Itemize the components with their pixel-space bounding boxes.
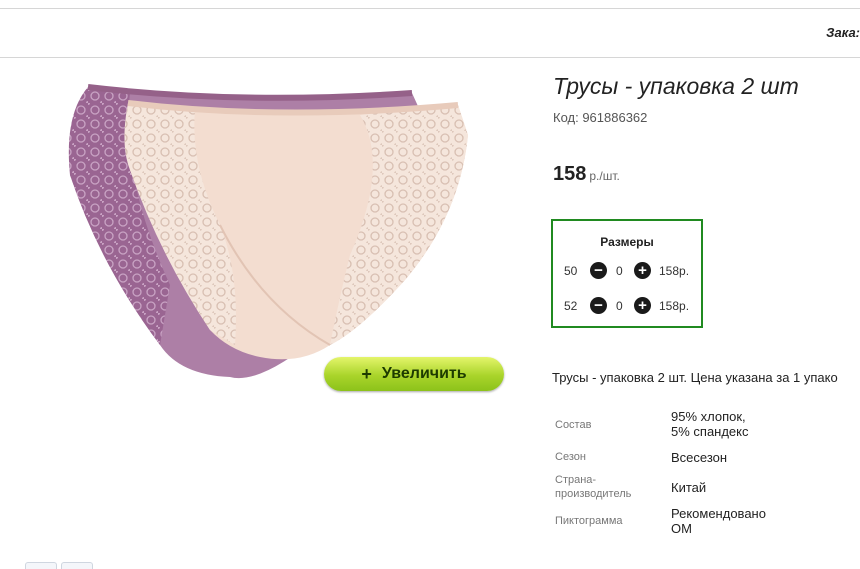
product-price: 158 р./шт. <box>553 163 620 186</box>
size-price: 158р. <box>659 264 690 278</box>
plus-circle-icon[interactable]: + <box>634 297 651 314</box>
attr-value-composition: 95% хлопок, 5% спандекс <box>671 409 749 439</box>
product-code: Код: 961886362 <box>553 110 648 125</box>
size-row: 50 − 0 + 158р. <box>553 262 701 280</box>
product-image[interactable] <box>60 75 480 395</box>
sizes-title: Размеры <box>600 235 654 249</box>
quantity-value[interactable]: 0 <box>616 299 623 313</box>
minus-circle-icon[interactable]: − <box>590 262 607 279</box>
size-label: 52 <box>564 299 578 313</box>
order-label[interactable]: Зака: <box>826 25 860 40</box>
product-description: Трусы - упаковка 2 шт. Цена указана за 1… <box>552 370 838 385</box>
attr-label-season: Сезон <box>555 451 586 463</box>
minus-circle-icon[interactable]: − <box>590 297 607 314</box>
quantity-value[interactable]: 0 <box>616 264 623 278</box>
zoom-button-label: Увеличить <box>381 365 467 382</box>
attr-label-pictogram: Пиктограмма <box>555 515 623 527</box>
attr-label-country: Страна- производитель <box>555 474 632 500</box>
attr-value-pictogram: Рекомендовано ОМ <box>671 506 766 536</box>
size-row: 52 − 0 + 158р. <box>553 297 701 315</box>
attr-value-country: Китай <box>671 480 707 495</box>
product-title: Трусы - упаковка 2 шт <box>553 73 799 99</box>
attr-value-season: Всесезон <box>671 450 728 465</box>
plus-icon: + <box>361 364 372 384</box>
price-unit: р./шт. <box>589 169 620 183</box>
zoom-button[interactable]: + Увеличить <box>324 357 504 391</box>
header-bar: Зака: <box>0 9 860 58</box>
price-value: 158 <box>553 163 587 185</box>
size-label: 50 <box>564 264 578 278</box>
sizes-box: Размеры 50 − 0 + 158р. 52 − 0 + 158р. <box>551 219 703 328</box>
plus-circle-icon[interactable]: + <box>634 262 651 279</box>
size-price: 158р. <box>659 299 690 313</box>
attr-label-composition: Состав <box>555 419 592 431</box>
